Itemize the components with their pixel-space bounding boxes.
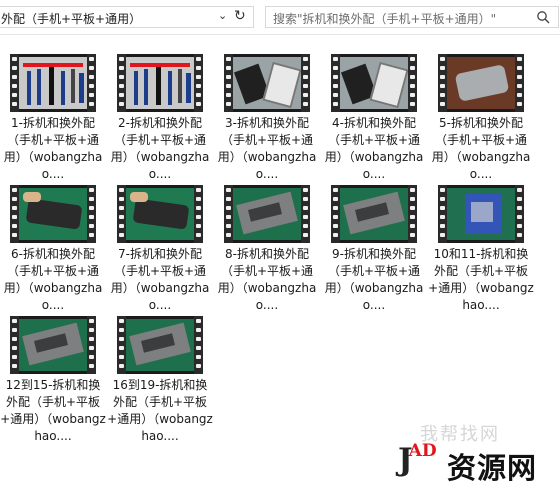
explorer-toolbar: 外配（手机+平板+通用） ⌄ ↻ 搜索"拆机和换外配（手机+平板+通用）" [0, 0, 560, 35]
film-strip [301, 185, 310, 243]
film-strip [117, 54, 126, 112]
video-thumbnail [10, 54, 96, 112]
watermark-logo: JAD [398, 441, 441, 478]
film-strip [194, 54, 203, 112]
address-bar[interactable]: 外配（手机+平板+通用） ⌄ ↻ [0, 6, 254, 28]
film-strip [194, 185, 203, 243]
video-frame [19, 188, 87, 240]
watermark: 我帮找网 JAD 资源网 [398, 412, 560, 491]
film-strip [87, 316, 96, 374]
film-strip [117, 185, 126, 243]
file-name: 10和11-拆机和换外配（手机+平板+通用）（wobangzhao.... [428, 247, 534, 312]
film-strip [515, 185, 524, 243]
video-frame [233, 57, 301, 109]
file-item[interactable]: 2-拆机和换外配（手机+平板+通用）（wobangzhao.... [107, 43, 213, 181]
video-frame [126, 188, 194, 240]
file-item[interactable]: 5-拆机和换外配（手机+平板+通用）（wobangzhao.... [428, 43, 534, 181]
film-strip [194, 316, 203, 374]
file-item[interactable]: 12到15-拆机和换外配（手机+平板+通用）（wobangzhao.... [0, 305, 106, 443]
refresh-icon[interactable]: ↻ [234, 8, 246, 24]
file-item[interactable]: 7-拆机和换外配（手机+平板+通用）（wobangzhao.... [107, 174, 213, 312]
search-input[interactable]: 搜索"拆机和换外配（手机+平板+通用）" [273, 10, 496, 27]
file-name: 8-拆机和换外配（手机+平板+通用）（wobangzhao.... [217, 247, 317, 312]
film-strip [331, 185, 340, 243]
video-thumbnail [10, 185, 96, 243]
file-name: 5-拆机和换外配（手机+平板+通用）（wobangzhao.... [431, 116, 531, 181]
watermark-brand: 资源网 [447, 451, 538, 485]
search-box[interactable]: 搜索"拆机和换外配（手机+平板+通用）" [265, 6, 559, 28]
file-item[interactable]: 9-拆机和换外配（手机+平板+通用）（wobangzhao.... [321, 174, 427, 312]
video-thumbnail [224, 54, 310, 112]
file-item[interactable]: 10和11-拆机和换外配（手机+平板+通用）（wobangzhao.... [428, 174, 534, 312]
address-path: 外配（手机+平板+通用） [1, 12, 142, 26]
watermark-logo-ad: AD [408, 441, 437, 461]
film-strip [438, 185, 447, 243]
film-strip [224, 54, 233, 112]
video-thumbnail [117, 185, 203, 243]
film-strip [10, 54, 19, 112]
file-name: 16到19-拆机和换外配（手机+平板+通用）（wobangzhao.... [107, 378, 213, 443]
file-name: 6-拆机和换外配（手机+平板+通用）（wobangzhao.... [3, 247, 103, 312]
file-item[interactable]: 6-拆机和换外配（手机+平板+通用）（wobangzhao.... [0, 174, 106, 312]
film-strip [87, 54, 96, 112]
film-strip [438, 54, 447, 112]
video-thumbnail [331, 185, 417, 243]
file-item[interactable]: 4-拆机和换外配（手机+平板+通用）（wobangzhao.... [321, 43, 427, 181]
file-item[interactable]: 16到19-拆机和换外配（手机+平板+通用）（wobangzhao.... [107, 305, 213, 443]
video-frame [447, 188, 515, 240]
film-strip [331, 54, 340, 112]
video-frame [126, 319, 194, 371]
chevron-down-icon[interactable]: ⌄ [218, 9, 227, 22]
film-strip [515, 54, 524, 112]
video-thumbnail [438, 185, 524, 243]
film-strip [408, 54, 417, 112]
file-name: 3-拆机和换外配（手机+平板+通用）（wobangzhao.... [217, 116, 317, 181]
video-thumbnail [10, 316, 96, 374]
video-frame [447, 57, 515, 109]
file-name: 2-拆机和换外配（手机+平板+通用）（wobangzhao.... [110, 116, 210, 181]
video-frame [340, 188, 408, 240]
search-icon[interactable] [536, 10, 550, 24]
file-name: 4-拆机和换外配（手机+平板+通用）（wobangzhao.... [324, 116, 424, 181]
video-thumbnail [117, 54, 203, 112]
video-frame [233, 188, 301, 240]
video-thumbnail [331, 54, 417, 112]
video-frame [340, 57, 408, 109]
file-item[interactable]: 1-拆机和换外配（手机+平板+通用）（wobangzhao.... [0, 43, 106, 181]
film-strip [408, 185, 417, 243]
video-frame [126, 57, 194, 109]
file-item[interactable]: 8-拆机和换外配（手机+平板+通用）（wobangzhao.... [214, 174, 320, 312]
video-frame [19, 319, 87, 371]
file-name: 12到15-拆机和换外配（手机+平板+通用）（wobangzhao.... [0, 378, 106, 443]
film-strip [301, 54, 310, 112]
film-strip [87, 185, 96, 243]
video-thumbnail [117, 316, 203, 374]
video-thumbnail [224, 185, 310, 243]
film-strip [117, 316, 126, 374]
file-item[interactable]: 3-拆机和换外配（手机+平板+通用）（wobangzhao.... [214, 43, 320, 181]
file-name: 9-拆机和换外配（手机+平板+通用）（wobangzhao.... [324, 247, 424, 312]
video-thumbnail [438, 54, 524, 112]
video-frame [19, 57, 87, 109]
film-strip [224, 185, 233, 243]
film-strip [10, 316, 19, 374]
film-strip [10, 185, 19, 243]
file-name: 1-拆机和换外配（手机+平板+通用）（wobangzhao.... [3, 116, 103, 181]
file-name: 7-拆机和换外配（手机+平板+通用）（wobangzhao.... [110, 247, 210, 312]
